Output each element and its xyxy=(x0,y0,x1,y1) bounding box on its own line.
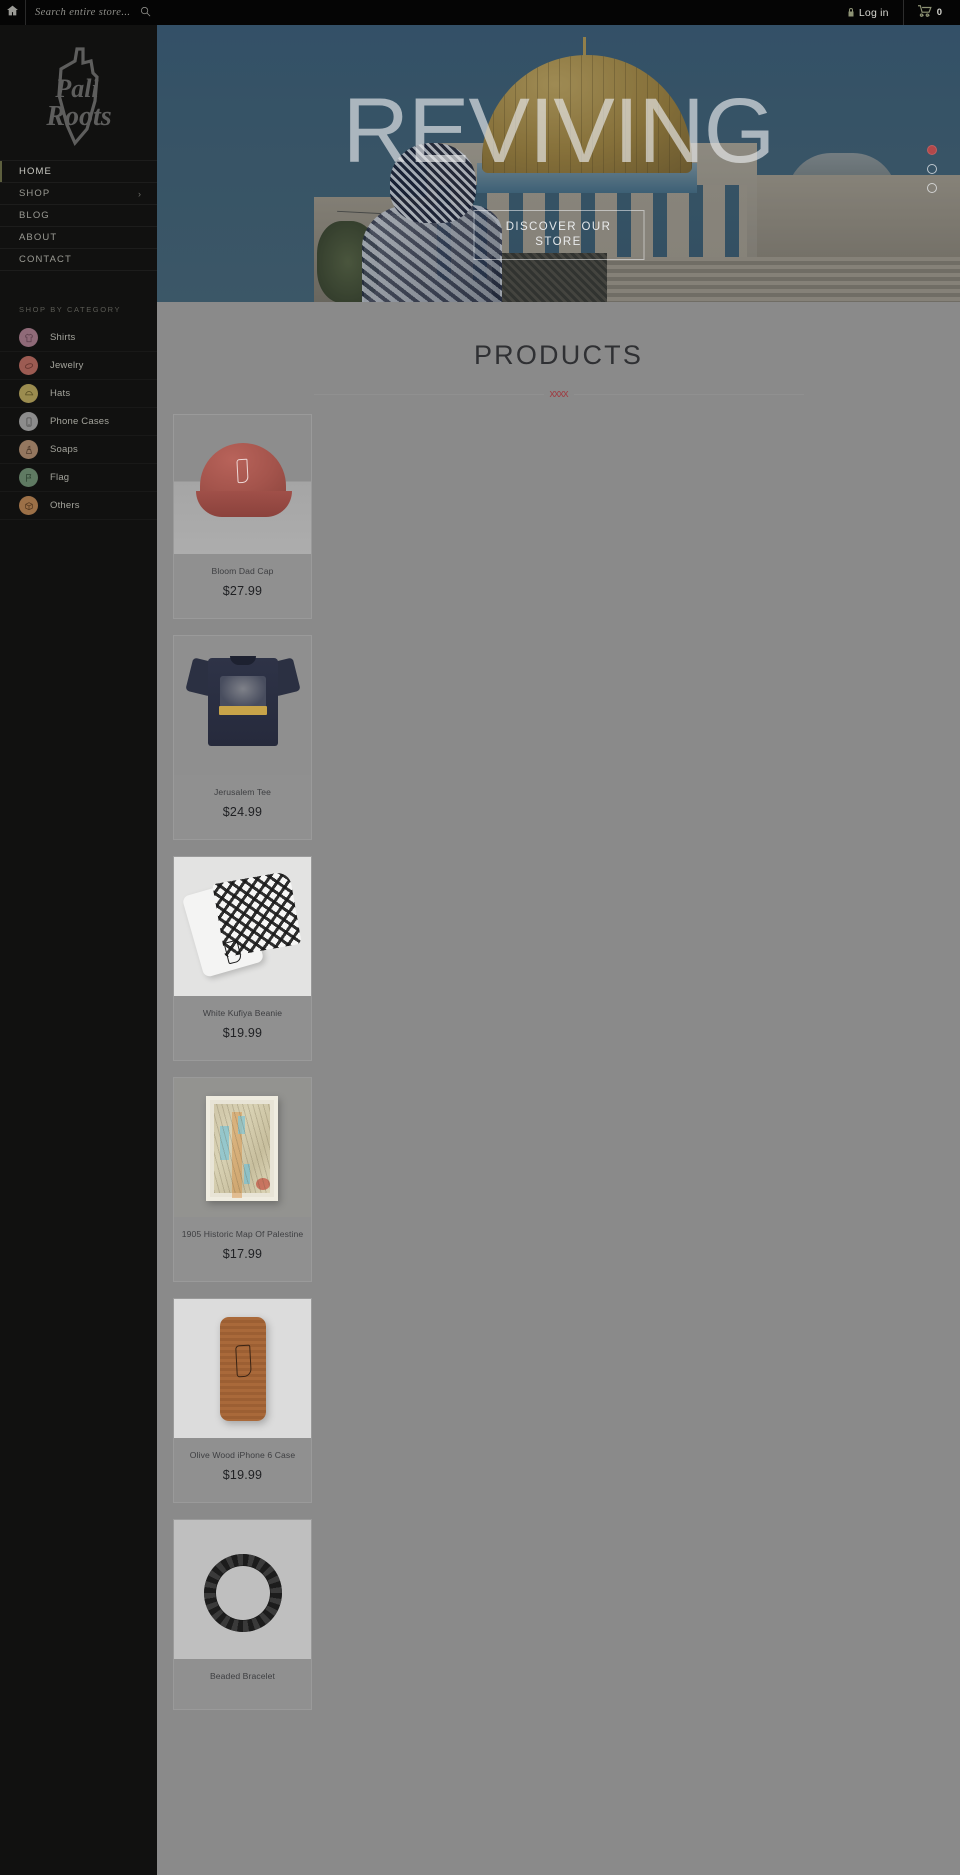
category-list: Shirts Jewelry Hats Phone Cases Soaps Fl… xyxy=(0,324,157,520)
divider-line-left xyxy=(313,394,544,395)
category-item-flag[interactable]: Flag xyxy=(0,464,157,492)
home-button[interactable] xyxy=(0,0,26,25)
category-item-phone-cases[interactable]: Phone Cases xyxy=(0,408,157,436)
search-button[interactable] xyxy=(140,5,151,20)
product-image-white-kufiya-beanie xyxy=(174,857,311,996)
product-price xyxy=(174,1681,311,1709)
product-name: Beaded Bracelet xyxy=(209,1671,276,1681)
category-label: Flag xyxy=(50,472,70,483)
product-card[interactable]: Olive Wood iPhone 6 Case $19.99 xyxy=(173,1298,312,1503)
product-card[interactable]: Beaded Bracelet xyxy=(173,1519,312,1710)
page-title: PRODUCTS xyxy=(473,340,644,370)
title-divider: xxxx xyxy=(157,389,960,400)
hero-title: REVIVING xyxy=(342,80,776,182)
nav-label: HOME xyxy=(19,166,52,177)
product-image-beaded-bracelet xyxy=(174,1520,311,1659)
product-name: Olive Wood iPhone 6 Case xyxy=(189,1450,296,1460)
sidebar: Pali Roots HOME SHOP › BLOG ABOUT CONTAC… xyxy=(0,25,157,1875)
hero-slider-dots xyxy=(927,145,937,193)
discover-store-button[interactable]: DISCOVER OUR STORE xyxy=(473,210,644,260)
chevron-right-icon: › xyxy=(138,188,141,199)
search-icon xyxy=(140,5,151,20)
cap-icon xyxy=(19,384,38,403)
login-label: Log in xyxy=(858,6,889,19)
product-price: $19.99 xyxy=(222,1468,263,1482)
main-content: PRODUCTS xxxx Bloom Dad Cap $27.99 Jerus… xyxy=(157,302,960,1875)
nav-label: BLOG xyxy=(19,210,50,221)
sidebar-item-blog[interactable]: BLOG xyxy=(0,205,157,227)
top-bar: Log in 0 xyxy=(0,0,960,25)
nav-label: ABOUT xyxy=(19,232,58,243)
category-label: Soaps xyxy=(50,444,78,455)
category-heading: SHOP BY CATEGORY xyxy=(19,305,122,314)
flag-icon xyxy=(19,468,38,487)
search-box xyxy=(26,0,161,25)
lock-icon xyxy=(847,4,855,22)
category-item-jewelry[interactable]: Jewelry xyxy=(0,352,157,380)
category-label: Hats xyxy=(50,388,71,399)
search-input[interactable] xyxy=(35,7,140,18)
category-item-hats[interactable]: Hats xyxy=(0,380,157,408)
product-card[interactable]: 1905 Historic Map Of Palestine $17.99 xyxy=(173,1077,312,1282)
product-price: $17.99 xyxy=(222,1247,263,1261)
product-image-1905-historic-map xyxy=(174,1078,311,1217)
product-card[interactable]: White Kufiya Beanie $19.99 xyxy=(173,856,312,1061)
cart-button[interactable]: 0 xyxy=(904,0,960,25)
pali-roots-logo-icon: Pali Roots xyxy=(31,39,127,147)
category-label: Others xyxy=(50,500,80,511)
divider-line-right xyxy=(573,394,804,395)
sidebar-item-contact[interactable]: CONTACT xyxy=(0,249,157,271)
product-price: $27.99 xyxy=(222,584,263,598)
category-item-shirts[interactable]: Shirts xyxy=(0,324,157,352)
product-price: $24.99 xyxy=(222,805,263,819)
svg-text:Roots: Roots xyxy=(45,101,111,132)
sidebar-item-about[interactable]: ABOUT xyxy=(0,227,157,249)
product-image-olive-wood-iphone-case xyxy=(174,1299,311,1438)
product-image-bloom-dad-cap xyxy=(174,415,311,554)
category-item-others[interactable]: Others xyxy=(0,492,157,520)
product-name: White Kufiya Beanie xyxy=(202,1008,283,1018)
login-button[interactable]: Log in xyxy=(837,0,904,25)
category-label: Shirts xyxy=(50,332,76,343)
divider-ornament: xxxx xyxy=(549,388,569,400)
product-name: 1905 Historic Map Of Palestine xyxy=(181,1229,304,1239)
logo[interactable]: Pali Roots xyxy=(0,25,157,160)
product-name: Jerusalem Tee xyxy=(213,787,272,797)
home-icon xyxy=(6,4,19,22)
hero-dot-3[interactable] xyxy=(927,183,937,193)
product-price: $19.99 xyxy=(222,1026,263,1040)
product-name: Bloom Dad Cap xyxy=(211,566,274,576)
product-grid: Bloom Dad Cap $27.99 Jerusalem Tee $24.9… xyxy=(157,414,960,1726)
hero-dot-1[interactable] xyxy=(927,145,937,155)
hero-slider: REVIVING DISCOVER OUR STORE xyxy=(157,25,960,302)
page-root: Log in 0 Pali Roots HOME SHOP xyxy=(0,0,960,1875)
category-label: Jewelry xyxy=(50,360,84,371)
svg-text:Pali: Pali xyxy=(54,74,99,103)
product-image-jerusalem-tee xyxy=(174,636,311,775)
cart-icon xyxy=(917,4,932,22)
cart-count: 0 xyxy=(936,7,942,18)
tshirt-icon xyxy=(19,328,38,347)
bracelet-icon xyxy=(19,356,38,375)
category-label: Phone Cases xyxy=(50,416,110,427)
hero-dot-2[interactable] xyxy=(927,164,937,174)
category-item-soaps[interactable]: Soaps xyxy=(0,436,157,464)
product-card[interactable]: Bloom Dad Cap $27.99 xyxy=(173,414,312,619)
product-card[interactable]: Jerusalem Tee $24.99 xyxy=(173,635,312,840)
nav-label: CONTACT xyxy=(19,254,72,265)
sidebar-item-shop[interactable]: SHOP › xyxy=(0,183,157,205)
main-nav: HOME SHOP › BLOG ABOUT CONTACT xyxy=(0,160,157,271)
sidebar-item-home[interactable]: HOME xyxy=(0,161,157,183)
nav-label: SHOP xyxy=(19,188,51,199)
soap-icon xyxy=(19,440,38,459)
box-icon xyxy=(19,496,38,515)
phone-icon xyxy=(19,412,38,431)
